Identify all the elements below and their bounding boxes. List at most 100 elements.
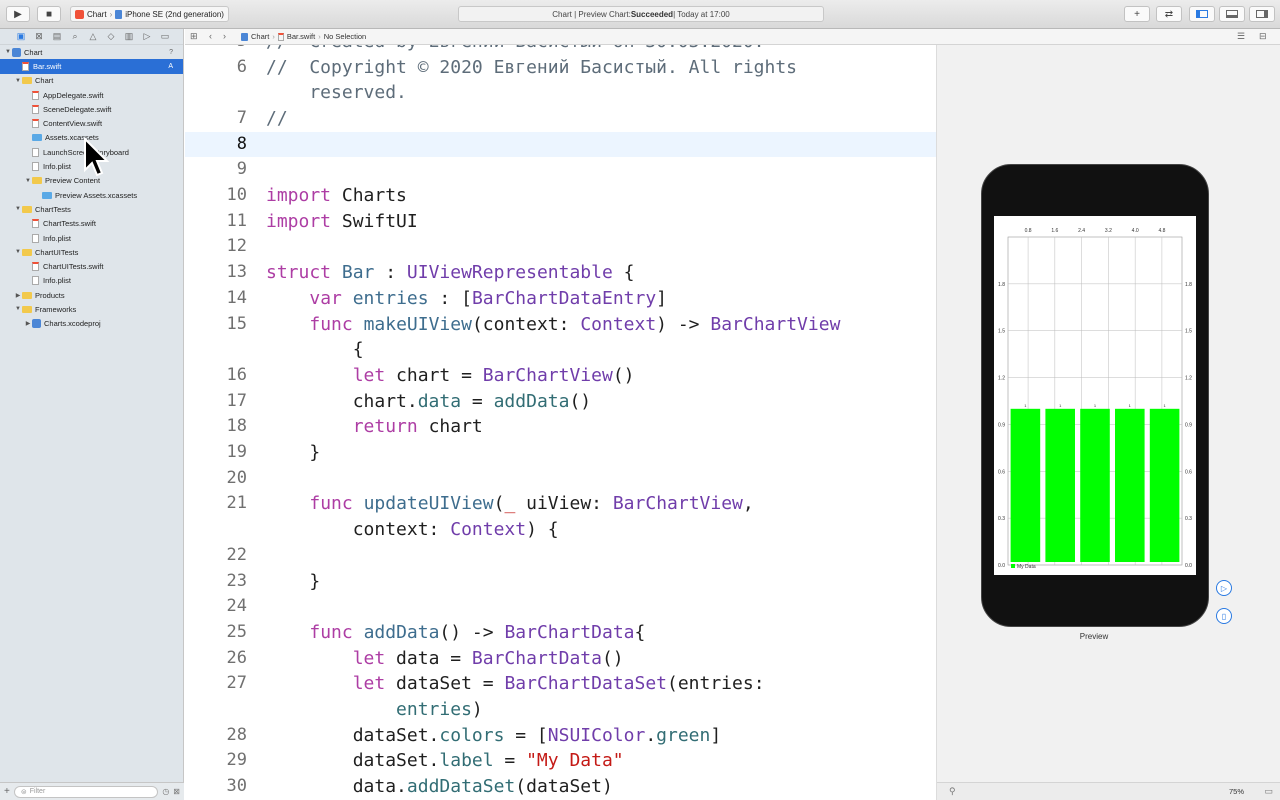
code-line: {: [185, 337, 936, 363]
folder-icon: [32, 177, 42, 185]
forward-arrow-icon[interactable]: ›: [223, 31, 226, 41]
debug-icon[interactable]: ▥: [122, 31, 136, 42]
code-token: updateUIView: [363, 493, 494, 515]
folder-icon: [22, 291, 32, 299]
chevron-right-icon: ›: [318, 32, 321, 41]
code-token: import: [266, 210, 332, 232]
tree-item-label: ChartUITests.swift: [43, 262, 104, 272]
code-token: label: [439, 750, 494, 772]
disclosure-down-icon[interactable]: ▼: [14, 249, 22, 255]
folder-icon[interactable]: ▣: [14, 31, 28, 42]
breakpoint-icon[interactable]: ▷: [140, 31, 154, 42]
tree-item[interactable]: Bar.swift A: [0, 59, 183, 74]
tree-item[interactable]: Info.plist: [0, 231, 183, 245]
disclosure-down-icon[interactable]: ▼: [14, 206, 22, 212]
debug-toggle-button[interactable]: [1219, 6, 1245, 22]
preview-canvas: 0.8 1.6 2.4 3.2 4.0 4.8 0.0 0.0 0.3 0.3 0.6 0.6 0.9 0…: [936, 45, 1280, 800]
tree-item[interactable]: ▶ Products: [0, 288, 183, 302]
code-text: var entries : [BarChartDataEntry]: [266, 286, 667, 312]
code-token: colors: [439, 724, 505, 746]
code-token: SwiftUI: [331, 210, 418, 232]
filter-input[interactable]: ⊜ Filter: [13, 785, 159, 798]
report-icon[interactable]: ▭: [158, 31, 172, 42]
tree-item[interactable]: ▼ Chart: [0, 74, 183, 88]
code-line: context: Context) {: [185, 517, 936, 543]
bar: [1010, 408, 1041, 562]
back-arrow-icon[interactable]: ‹: [209, 31, 212, 41]
scheme-selector[interactable]: Chart › iPhone SE (2nd generation): [70, 6, 229, 22]
code-review-button[interactable]: ⇄: [1156, 6, 1182, 22]
code-text: // Created by Евгений Басистый on 30.03.…: [266, 45, 765, 55]
zoom-level[interactable]: 75%: [1229, 787, 1244, 796]
pin-icon[interactable]: ⚲: [949, 786, 956, 797]
tree-item[interactable]: ▼ Chart?: [0, 45, 183, 59]
swift-file-icon: [32, 90, 39, 100]
live-preview-button[interactable]: ▷: [1216, 580, 1232, 596]
file-icon: [32, 276, 39, 286]
editor-options-icon[interactable]: ☰: [1237, 31, 1245, 42]
line-number: 19: [226, 442, 247, 462]
grid-icon[interactable]: ⊞: [190, 31, 198, 42]
recent-files-icon[interactable]: ◷: [162, 787, 169, 796]
tree-item[interactable]: Info.plist: [0, 274, 183, 288]
tree-item[interactable]: ChartUITests.swift: [0, 259, 183, 273]
bar-value-label: 1: [1059, 403, 1062, 408]
run-button[interactable]: ▶: [6, 6, 30, 22]
preview-on-device-button[interactable]: ▯: [1216, 608, 1232, 624]
code-token: // Created by Евгений Басистый on 30.03.…: [266, 45, 765, 52]
tree-item[interactable]: ContentView.swift: [0, 116, 183, 130]
disclosure-down-icon[interactable]: ▼: [14, 306, 22, 312]
y-tick-label-left: 0.6: [998, 469, 1005, 475]
code-token: }: [266, 570, 321, 592]
code-token: uiView:: [515, 493, 613, 515]
warning-icon[interactable]: △: [86, 31, 100, 42]
tree-item[interactable]: ▼ ChartTests: [0, 202, 183, 216]
stop-button[interactable]: ■: [37, 6, 61, 22]
y-tick-label-left: 1.5: [998, 329, 1005, 335]
code-token: Context: [580, 313, 657, 335]
code-token: Charts: [331, 185, 407, 206]
breadcrumb-project[interactable]: Chart: [251, 32, 269, 41]
add-file-button[interactable]: +: [4, 786, 10, 797]
zoom-control-icon[interactable]: ▭: [1264, 786, 1273, 797]
tree-item[interactable]: ChartTests.swift: [0, 217, 183, 231]
xcode-window: ▶ ■ Chart › iPhone SE (2nd generation) C…: [0, 0, 1280, 800]
device-icon: ▯: [1221, 611, 1227, 621]
scheme-name: Chart: [87, 9, 107, 19]
code-text: // Copyright © 2020 Евгений Басистый. Al…: [266, 55, 797, 81]
inspector-toggle-button[interactable]: [1249, 6, 1275, 22]
legend-label: My Data: [1017, 564, 1036, 570]
split-editor-icon[interactable]: ⊟: [1259, 31, 1267, 42]
navigator-toggle-button[interactable]: [1189, 6, 1215, 22]
navigator-tabs: ▣ ⊠ ▤ ⌕ △ ◇ ▥ ▷ ▭: [0, 29, 183, 45]
source-control-icon[interactable]: ⊠: [32, 31, 46, 42]
tree-item[interactable]: AppDelegate.swift: [0, 88, 183, 102]
tree-item[interactable]: ▶ Charts.xcodeproj: [0, 317, 183, 331]
tree-item[interactable]: Preview Assets.xcassets: [0, 188, 183, 202]
code-line: 13 struct Bar : UIViewRepresentable {: [185, 260, 936, 286]
breadcrumb-symbol[interactable]: No Selection: [324, 32, 367, 41]
bar: [1115, 408, 1145, 562]
legend-swatch: [1011, 564, 1015, 568]
code-text: struct Bar : UIViewRepresentable {: [266, 260, 635, 286]
disclosure-down-icon[interactable]: ▼: [24, 178, 32, 184]
y-tick-label-right: 1.2: [1185, 376, 1192, 382]
disclosure-right-icon[interactable]: ▶: [14, 292, 22, 299]
scm-filter-icon[interactable]: ⊠: [173, 787, 180, 796]
library-button[interactable]: +: [1124, 6, 1150, 22]
tree-item-label: SceneDelegate.swift: [43, 104, 112, 114]
tree-item[interactable]: ▼ Frameworks: [0, 302, 183, 316]
search-icon[interactable]: ⌕: [68, 31, 82, 42]
disclosure-right-icon[interactable]: ▶: [24, 320, 32, 327]
line-number: 5: [185, 45, 247, 55]
disclosure-down-icon[interactable]: ▼: [4, 49, 12, 55]
status-suffix: | Today at 17:00: [673, 9, 730, 19]
symbol-icon[interactable]: ▤: [50, 31, 64, 42]
test-icon[interactable]: ◇: [104, 31, 118, 42]
disclosure-down-icon[interactable]: ▼: [14, 78, 22, 84]
breadcrumb-file[interactable]: Bar.swift: [287, 32, 315, 41]
source-editor[interactable]: 5 // Created by Евгений Басистый on 30.03…: [185, 45, 936, 800]
tree-item[interactable]: SceneDelegate.swift: [0, 102, 183, 116]
tree-item[interactable]: ▼ ChartUITests: [0, 245, 183, 259]
